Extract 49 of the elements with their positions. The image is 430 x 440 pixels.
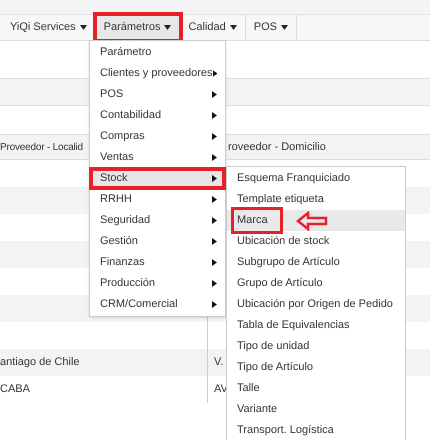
menu-item[interactable]: Ubicación por Origen de Pedido	[227, 294, 405, 315]
caret-icon	[230, 25, 237, 30]
left-arrow-icon	[296, 210, 328, 230]
menu-item[interactable]: Marca	[227, 210, 405, 231]
caret-icon	[281, 25, 288, 30]
menu-item[interactable]: Seguridad	[90, 210, 225, 231]
table-cell-text: V.	[213, 355, 224, 370]
submenu-arrow-icon	[212, 91, 217, 98]
menu-item[interactable]: Template etiqueta	[227, 189, 405, 210]
menu-item[interactable]: Compras	[90, 126, 225, 147]
menu-item[interactable]: Ventas	[90, 147, 225, 168]
submenu-arrow-icon	[212, 133, 217, 140]
menu-bar-item[interactable]: POS	[246, 15, 298, 40]
menu-item[interactable]: Subgrupo de Artículo	[227, 252, 405, 273]
menu-item[interactable]: Grupo de Artículo	[227, 273, 405, 294]
menu-item[interactable]: Tipo de Artículo	[227, 357, 405, 378]
menu-item[interactable]: RRHH	[90, 189, 225, 210]
menu-item[interactable]: Esquema Franquiciado	[227, 168, 405, 189]
menu-item[interactable]: CRM/Comercial	[90, 294, 225, 315]
submenu-arrow-icon	[212, 175, 217, 182]
submenu-arrow-icon	[212, 112, 217, 119]
submenu-arrow-icon	[212, 301, 217, 308]
menu-item[interactable]: Variante	[227, 399, 405, 420]
menu-item[interactable]: Transport. Logística	[227, 420, 405, 440]
caret-icon	[80, 25, 87, 30]
table-cell: CABA	[0, 376, 208, 403]
menu-item[interactable]: Tabla de Equivalencias	[227, 315, 405, 336]
menu-item[interactable]: Contabilidad	[90, 105, 225, 126]
menu-item[interactable]: Parámetro	[90, 42, 225, 63]
column-header: roveedor - Domicilio	[228, 140, 326, 155]
menu-item[interactable]: Ubicación de stock	[227, 231, 405, 252]
column-header: Proveedor - Localid	[0, 140, 83, 154]
menu-item[interactable]: Finanzas	[90, 252, 225, 273]
menu-item[interactable]: Talle	[227, 378, 405, 399]
submenu-arrow-icon	[212, 280, 217, 287]
submenu-arrow-icon	[212, 259, 217, 266]
submenu-arrow-icon	[212, 196, 217, 203]
menu-item[interactable]: Clientes y proveedores	[90, 63, 225, 84]
menu-item[interactable]: Producción	[90, 273, 225, 294]
menu-item[interactable]: Stock	[90, 168, 225, 189]
table-cell: antiago de Chile	[0, 349, 208, 376]
menu-bar-item[interactable]: Parámetros	[96, 15, 180, 40]
submenu-arrow-icon	[212, 238, 217, 245]
submenu-arrow-icon	[212, 154, 217, 161]
caret-icon	[164, 25, 172, 30]
submenu-arrow-icon	[212, 217, 217, 224]
submenu-arrow-icon	[212, 70, 217, 77]
menu-item[interactable]: Tipo de unidad	[227, 336, 405, 357]
menu-item[interactable]: Gestión	[90, 231, 225, 252]
